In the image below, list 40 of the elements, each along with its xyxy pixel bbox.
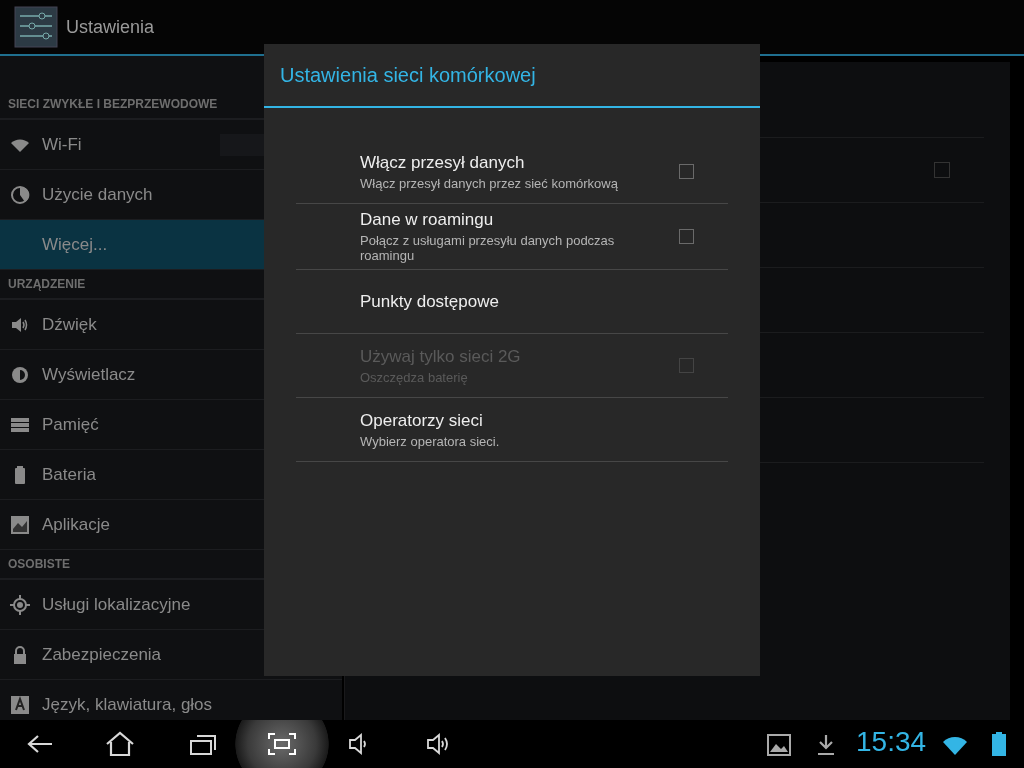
preference-summary: Włącz przesył danych przez sieć komórkową (360, 175, 619, 191)
location-target-icon (10, 594, 30, 615)
download-icon[interactable] (816, 734, 836, 756)
sidebar-item-label: Użycie danych (42, 184, 153, 205)
sidebar-item-label: Usługi lokalizacyjne (42, 594, 191, 615)
preference-title: Operatorzy sieci (360, 410, 484, 431)
preference-title: Dane w roamingu (360, 210, 495, 230)
sidebar-item-label: Dźwięk (42, 314, 97, 335)
sidebar-item-label: Wi-Fi (42, 134, 82, 155)
preference-summary: Wybierz operatora sieci. (360, 433, 501, 449)
screenshot-icon (266, 730, 298, 758)
sidebar-item-label: Pamięć (42, 414, 99, 435)
checkbox[interactable] (679, 164, 694, 179)
language-icon (10, 694, 30, 715)
checkbox[interactable] (679, 229, 694, 244)
image-icon[interactable] (767, 734, 791, 756)
preference-title: Włącz przesył danych (360, 152, 526, 173)
pie-chart-icon (10, 184, 30, 205)
sidebar-item-label: Bateria (42, 464, 96, 485)
sidebar-item-label: Zabezpieczenia (42, 644, 162, 665)
home-icon[interactable] (104, 730, 136, 758)
wifi-signal-icon (942, 734, 968, 756)
preference-row[interactable]: Punkty dostępowe (296, 270, 728, 334)
preference-row[interactable]: Operatorzy sieci Wybierz operatora sieci. (296, 398, 728, 462)
sidebar-item-label: Język, klawiatura, głos (42, 694, 213, 715)
preference-summary: Połącz z usługami przesyłu danych podczas roamingu (360, 233, 616, 263)
clock: 15:34 (856, 726, 927, 758)
apps-icon (10, 514, 30, 535)
battery-icon (992, 732, 1006, 756)
brightness-icon (10, 364, 30, 385)
preference-row[interactable]: Dane w roamingu Połącz z usługami przesyłu danych podczas roamingu (296, 204, 728, 270)
sidebar-item-label: Aplikacje (42, 514, 111, 535)
preference-row[interactable]: Włącz przesył danych Włącz przesył danych przez sieć komórkową (296, 140, 728, 204)
checkbox[interactable] (934, 162, 950, 178)
sidebar-item-label: Więcej... (42, 234, 108, 255)
preference-title: Punkty dostępowe (360, 291, 500, 312)
settings-sliders-icon[interactable] (14, 6, 58, 48)
app-title: Ustawienia (66, 16, 155, 38)
dialog-title: Ustawienia sieci komórkowej (264, 44, 760, 108)
sidebar-item-label: Wyświetlacz (42, 364, 136, 385)
